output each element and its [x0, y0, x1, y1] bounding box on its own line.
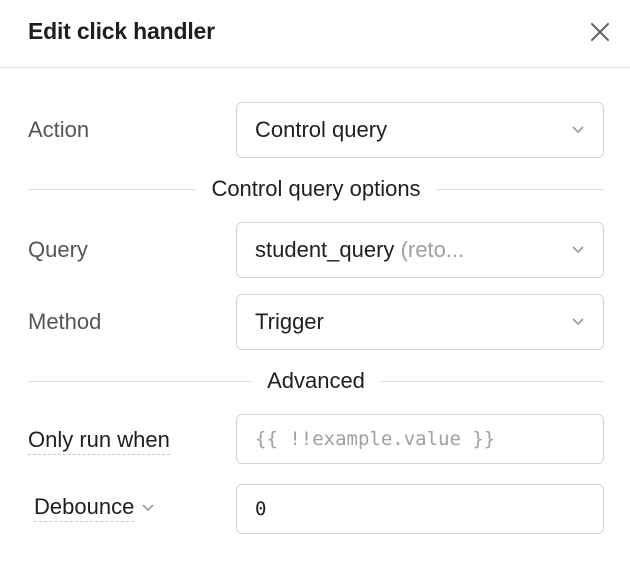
chevron-down-icon [142, 499, 154, 517]
debounce-dropdown[interactable]: Debounce [34, 494, 154, 522]
close-icon [590, 22, 610, 47]
debounce-label: Debounce [34, 494, 135, 522]
query-resource-hint: (reto... [400, 237, 465, 262]
chevron-down-icon [571, 123, 585, 137]
action-select-value: Control query [255, 117, 388, 142]
advanced-heading: Advanced [251, 368, 381, 394]
panel-title: Edit click handler [28, 18, 215, 44]
action-label: Action [28, 117, 90, 142]
method-select-value: Trigger [255, 309, 324, 334]
panel-header: Edit click handler [0, 0, 630, 68]
only-run-when-input[interactable] [255, 428, 585, 450]
only-run-when-label[interactable]: Only run when [28, 427, 170, 455]
query-select[interactable]: student_query (reto... [236, 222, 604, 278]
query-select-value: student_query (reto... [255, 237, 571, 263]
query-label: Query [28, 237, 88, 262]
debounce-field[interactable] [236, 484, 604, 534]
only-run-when-field[interactable] [236, 414, 604, 464]
method-select[interactable]: Trigger [236, 294, 604, 350]
query-name: student_query [255, 237, 395, 262]
chevron-down-icon [571, 315, 585, 329]
debounce-input[interactable] [255, 498, 585, 520]
close-button[interactable] [586, 20, 614, 48]
chevron-down-icon [571, 243, 585, 257]
action-select[interactable]: Control query [236, 102, 604, 158]
control-query-options-heading: Control query options [195, 176, 437, 202]
method-label: Method [28, 309, 102, 334]
